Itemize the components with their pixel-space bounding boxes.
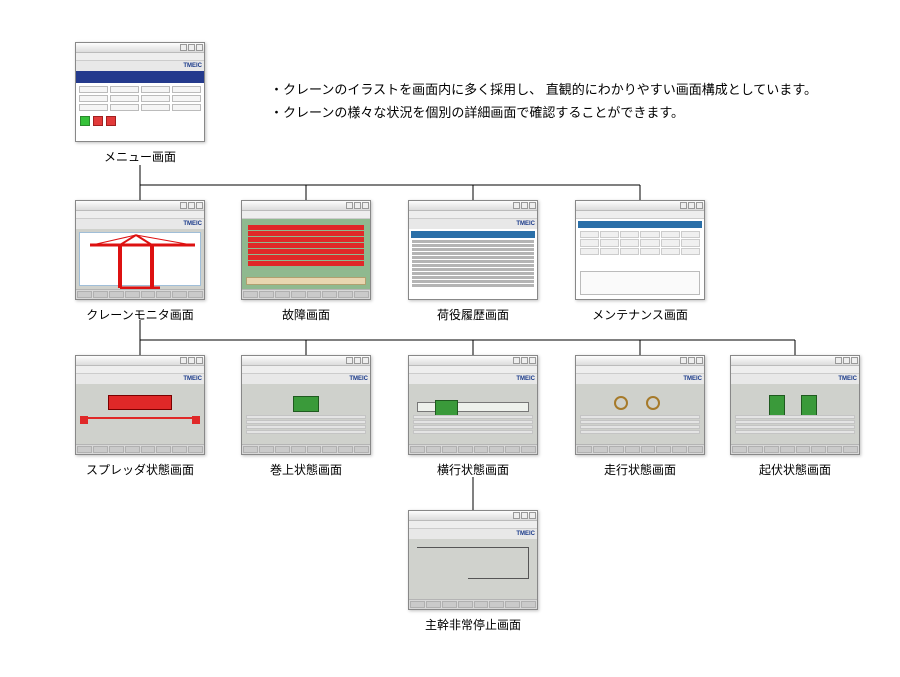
toolbar (76, 53, 204, 61)
brand-logo: TMEIC (516, 531, 535, 537)
node-menu: TMEIC メニュー画面 (75, 42, 205, 165)
brand-logo: TMEIC (516, 376, 535, 382)
node-monitor: TMEIC クレーンモニタ画面 (75, 200, 205, 323)
thumb-luffing-status[interactable]: TMEIC (730, 355, 860, 455)
circuit-diagram-icon (417, 547, 529, 591)
status-rows (413, 415, 533, 441)
titlebar (76, 43, 204, 53)
thumb-crane-monitor[interactable]: TMEIC (75, 200, 205, 300)
node-history: TMEIC 荷役履歴画面 (408, 200, 538, 323)
spreader-icon (108, 395, 172, 411)
node-luffing: TMEIC 起伏状態画面 (730, 355, 860, 478)
body (76, 71, 204, 141)
label-monitor: クレーンモニタ画面 (86, 306, 193, 323)
label-luffing: 起伏状態画面 (759, 461, 831, 478)
fault-list (248, 225, 364, 266)
lamp-red-icon (93, 116, 103, 126)
node-fault: 故障画面 (241, 200, 371, 323)
brand-logo: TMEIC (838, 376, 857, 382)
brand-logo: TMEIC (683, 376, 702, 382)
description-text: ・クレーンのイラストを画面内に多く採用し、 直観的にわかりやすい画面構成としてい… (270, 78, 817, 125)
label-menu: メニュー画面 (104, 148, 176, 165)
crane-icon (80, 233, 200, 289)
status-rows (580, 415, 700, 441)
label-fault: 故障画面 (282, 306, 330, 323)
blue-header-band (76, 71, 204, 83)
brand-logo: TMEIC (349, 376, 368, 382)
param-grid (76, 83, 204, 114)
description-line-1: ・クレーンのイラストを画面内に多く採用し、 直観的にわかりやすい画面構成としてい… (270, 78, 817, 101)
node-traverse: TMEIC 横行状態画面 (408, 355, 538, 478)
node-hoist: TMEIC 巻上状態画面 (241, 355, 371, 478)
node-spreader: TMEIC スプレッダ状態画面 (75, 355, 205, 478)
table-header (411, 231, 535, 238)
thumb-history-screen[interactable]: TMEIC (408, 200, 538, 300)
brand-logo: TMEIC (183, 376, 202, 382)
status-bar (246, 277, 366, 285)
node-maintenance: メンテナンス画面 (575, 200, 705, 323)
node-estop: TMEIC 主幹非常停止画面 (408, 510, 538, 633)
log-panel (580, 271, 700, 295)
node-travel: TMEIC 走行状態画面 (575, 355, 705, 478)
status-lamps (76, 114, 204, 128)
thumb-menu-screen[interactable]: TMEIC (75, 42, 205, 142)
lamp-green-icon (80, 116, 90, 126)
crane-illustration (79, 232, 201, 286)
description-line-2: ・クレーンの様々な状況を個別の詳細画面で確認することができます。 (270, 101, 817, 124)
thumb-travel-status[interactable]: TMEIC (575, 355, 705, 455)
brand-logo: TMEIC (183, 63, 202, 69)
maintenance-table (580, 231, 700, 255)
brand-logo: TMEIC (183, 221, 202, 227)
label-hoist: 巻上状態画面 (270, 461, 342, 478)
brand-logo: TMEIC (516, 221, 535, 227)
status-rows (246, 415, 366, 441)
thumb-fault-screen[interactable] (241, 200, 371, 300)
status-rows (735, 415, 855, 441)
brand-bar: TMEIC (76, 61, 204, 71)
thumb-traverse-status[interactable]: TMEIC (408, 355, 538, 455)
thumb-spreader-status[interactable]: TMEIC (75, 355, 205, 455)
history-rows (412, 240, 534, 296)
lamp-red-icon (106, 116, 116, 126)
thumb-maintenance-screen[interactable] (575, 200, 705, 300)
hoist-drum-icon (293, 396, 319, 412)
label-estop: 主幹非常停止画面 (425, 616, 521, 633)
thumb-estop-screen[interactable]: TMEIC (408, 510, 538, 610)
table-header (578, 221, 702, 228)
wheel-icon (614, 396, 628, 410)
label-maintenance: メンテナンス画面 (592, 306, 688, 323)
wheel-icon (646, 396, 660, 410)
spreader-bar-icon (82, 417, 197, 419)
label-history: 荷役履歴画面 (437, 306, 509, 323)
label-travel: 走行状態画面 (604, 461, 676, 478)
thumb-hoist-status[interactable]: TMEIC (241, 355, 371, 455)
label-traverse: 横行状態画面 (437, 461, 509, 478)
label-spreader: スプレッダ状態画面 (86, 461, 194, 478)
rail-icon (417, 402, 530, 412)
